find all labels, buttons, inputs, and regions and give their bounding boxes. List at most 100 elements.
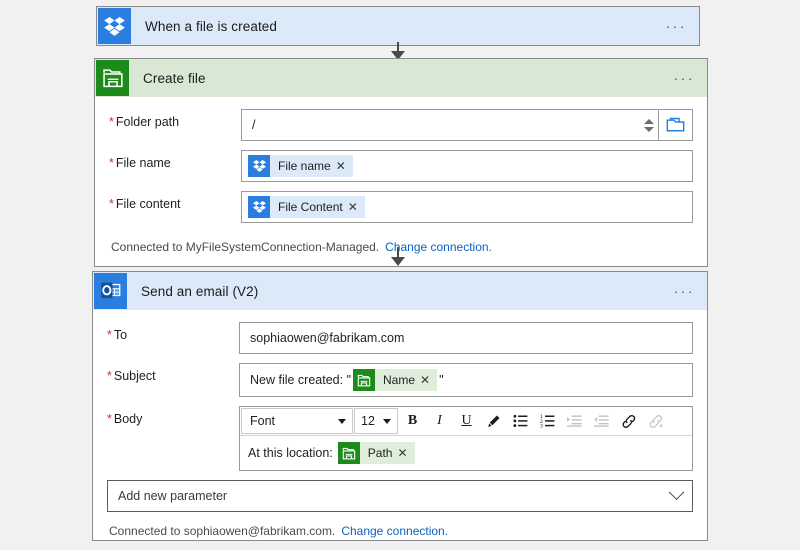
send-email-card-body: *To sophiaowen@fabrikam.com *Subject New…: [93, 310, 707, 550]
bold-icon: B: [408, 413, 417, 429]
body-label: *Body: [107, 406, 239, 426]
chevron-down-icon: [383, 419, 391, 424]
insert-link-button[interactable]: [615, 408, 642, 434]
italic-icon: I: [437, 413, 442, 429]
to-input[interactable]: sophiaowen@fabrikam.com: [239, 322, 693, 354]
workflow-designer-canvas: When a file is created ··· Create file ·…: [0, 0, 800, 550]
send-email-connection-text: Connected to sophiaowen@fabrikam.com.: [109, 524, 335, 538]
subject-label-text: Subject: [114, 369, 156, 383]
body-required-marker: *: [107, 412, 112, 426]
font-family-select[interactable]: Font: [241, 408, 353, 434]
underline-button[interactable]: U: [453, 408, 480, 434]
field-row-file-content: *File content File Content ✕: [109, 191, 693, 223]
folder-path-spinner[interactable]: [639, 109, 659, 141]
token-subject-name-text: Name: [375, 373, 420, 387]
send-email-connection-status: Connected to sophiaowen@fabrikam.com. Cha…: [107, 512, 693, 540]
pen-icon: [486, 414, 501, 429]
create-file-card-header[interactable]: Create file ···: [95, 59, 707, 97]
file-content-input[interactable]: File Content ✕: [241, 191, 693, 223]
send-email-change-connection-link[interactable]: Change connection.: [341, 524, 448, 538]
dropbox-icon: [98, 8, 131, 44]
bold-button[interactable]: B: [399, 408, 426, 434]
indent-icon: [567, 414, 582, 428]
underline-icon: U: [461, 413, 471, 429]
field-row-subject: *Subject New file created: ": [107, 363, 693, 397]
to-label-text: To: [114, 328, 127, 342]
chevron-down-icon: [338, 419, 346, 424]
spinner-down-arrow-icon[interactable]: [644, 127, 654, 132]
action-card-send-an-email[interactable]: Send an email (V2) ··· *To sophiaowen@fa…: [92, 271, 708, 541]
font-family-value: Font: [250, 414, 275, 428]
create-file-card-more-menu-button[interactable]: ···: [674, 71, 696, 85]
dropbox-icon: [248, 196, 270, 218]
font-size-select[interactable]: 12: [354, 408, 398, 434]
filesystem-icon: [353, 369, 375, 391]
bulleted-list-icon: [513, 414, 528, 428]
send-email-card-more-menu-button[interactable]: ···: [674, 284, 696, 298]
token-file-content[interactable]: File Content ✕: [248, 196, 365, 218]
body-label-text: Body: [114, 412, 143, 426]
token-file-name-remove-icon[interactable]: ✕: [336, 159, 353, 173]
dropbox-icon: [248, 155, 270, 177]
font-size-value: 12: [361, 414, 375, 428]
remove-link-button[interactable]: [642, 408, 669, 434]
outdent-button[interactable]: [588, 408, 615, 434]
add-new-parameter-dropdown[interactable]: Add new parameter: [107, 480, 693, 512]
body-content-area[interactable]: At this location: Path: [240, 436, 692, 470]
token-file-name-text: File name: [270, 159, 336, 173]
trigger-card-title: When a file is created: [145, 19, 277, 34]
trigger-card-more-menu-button[interactable]: ···: [666, 19, 688, 33]
action-card-create-file[interactable]: Create file ··· *Folder path /: [94, 58, 708, 267]
numbered-list-icon: 1 2 3: [540, 414, 555, 428]
trigger-card-when-a-file-is-created[interactable]: When a file is created ···: [96, 6, 700, 46]
file-name-input[interactable]: File name ✕: [241, 150, 693, 182]
to-required-marker: *: [107, 328, 112, 342]
to-label: *To: [107, 322, 239, 342]
numbered-list-button[interactable]: 1 2 3: [534, 408, 561, 434]
add-new-parameter-label: Add new parameter: [118, 489, 227, 503]
send-email-card-header[interactable]: Send an email (V2) ···: [93, 272, 707, 310]
file-content-label-text: File content: [116, 197, 181, 211]
browse-folder-button[interactable]: [659, 109, 693, 141]
file-content-required-marker: *: [109, 197, 114, 211]
italic-button[interactable]: I: [426, 408, 453, 434]
token-file-content-remove-icon[interactable]: ✕: [348, 200, 365, 214]
create-file-card-title: Create file: [143, 71, 206, 86]
folder-path-input[interactable]: /: [241, 109, 639, 141]
token-body-path-remove-icon[interactable]: ✕: [397, 446, 414, 460]
outdent-icon: [594, 414, 609, 428]
token-body-path[interactable]: Path ✕: [338, 442, 415, 464]
folder-path-control-group: /: [241, 109, 693, 141]
file-name-required-marker: *: [109, 156, 114, 170]
bulleted-list-button[interactable]: [507, 408, 534, 434]
body-prefix-text: At this location:: [248, 446, 333, 460]
unlink-icon: [648, 414, 664, 429]
text-highlight-button[interactable]: [480, 408, 507, 434]
file-name-label: *File name: [109, 150, 241, 170]
filesystem-icon: [338, 442, 360, 464]
to-value: sophiaowen@fabrikam.com: [246, 331, 404, 345]
folder-path-label: *Folder path: [109, 109, 241, 129]
folder-path-label-text: Folder path: [116, 115, 179, 129]
outlook-icon: [94, 273, 127, 309]
token-file-name[interactable]: File name ✕: [248, 155, 353, 177]
connector-arrow-2: [389, 247, 407, 266]
subject-required-marker: *: [107, 369, 112, 383]
token-subject-name[interactable]: Name ✕: [353, 369, 437, 391]
svg-text:3: 3: [540, 423, 543, 428]
field-row-folder-path: *Folder path /: [109, 109, 693, 141]
rich-text-toolbar: Font 12 B I: [240, 407, 692, 436]
filesystem-icon: [96, 60, 129, 96]
token-file-content-text: File Content: [270, 200, 348, 214]
file-name-label-text: File name: [116, 156, 171, 170]
trigger-card-header[interactable]: When a file is created ···: [97, 7, 699, 45]
token-subject-name-remove-icon[interactable]: ✕: [420, 373, 437, 387]
create-file-connection-text: Connected to MyFileSystemConnection-Mana…: [111, 240, 379, 254]
body-rich-text-editor[interactable]: Font 12 B I: [239, 406, 693, 471]
indent-button[interactable]: [561, 408, 588, 434]
spinner-up-arrow-icon[interactable]: [644, 119, 654, 124]
field-row-to: *To sophiaowen@fabrikam.com: [107, 322, 693, 354]
file-content-label: *File content: [109, 191, 241, 211]
subject-input[interactable]: New file created: " Name ✕: [239, 363, 693, 397]
send-email-card-title: Send an email (V2): [141, 284, 258, 299]
